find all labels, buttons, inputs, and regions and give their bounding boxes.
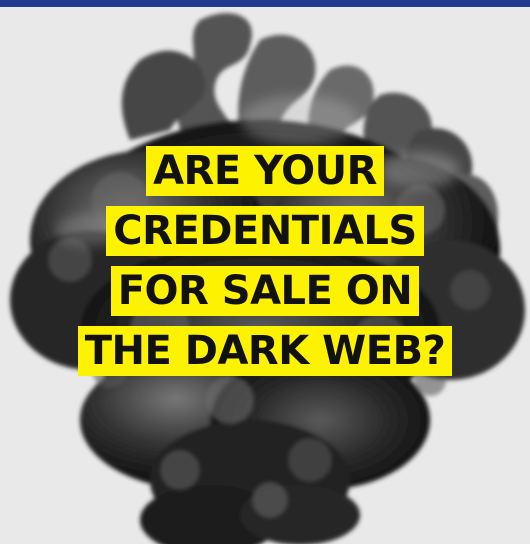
promo-graphic: ARE YOUR CREDENTIALS FOR SALE ON THE DAR… xyxy=(0,0,530,544)
headline: ARE YOUR CREDENTIALS FOR SALE ON THE DAR… xyxy=(0,146,530,386)
headline-line-3: FOR SALE ON xyxy=(110,266,420,316)
headline-line-1: ARE YOUR xyxy=(146,146,384,196)
headline-line-4: THE DARK WEB? xyxy=(77,326,453,376)
headline-line-2: CREDENTIALS xyxy=(106,206,424,256)
